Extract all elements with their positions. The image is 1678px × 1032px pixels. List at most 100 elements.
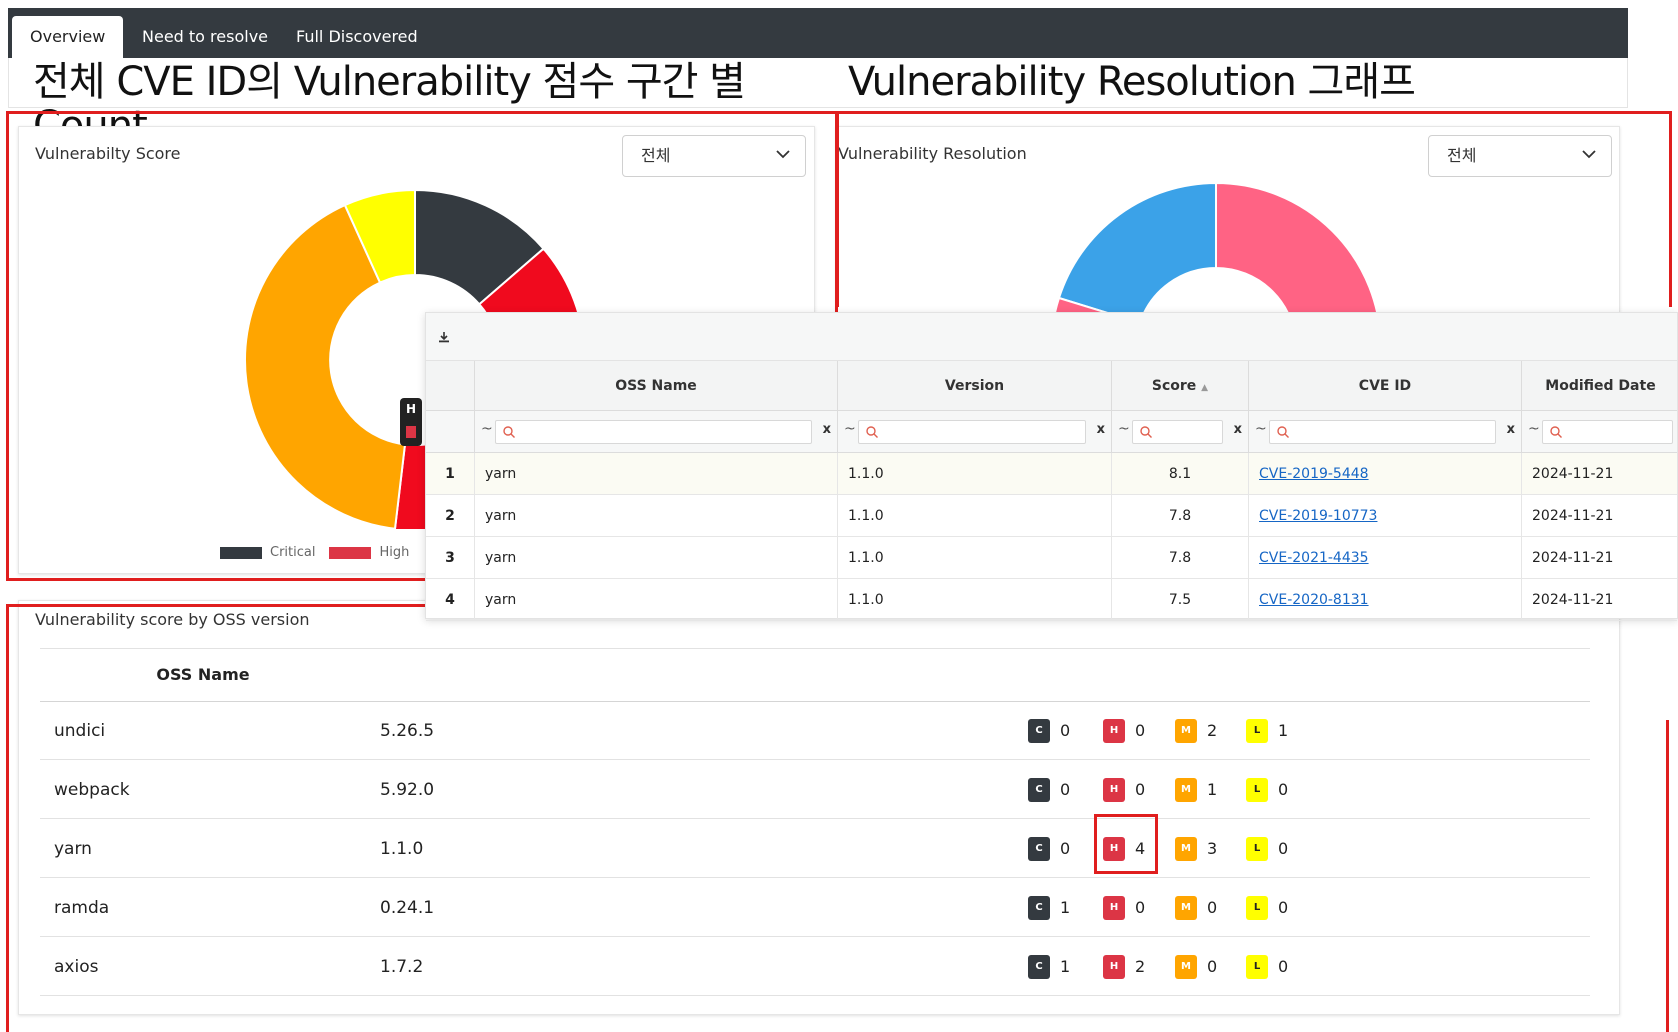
- grid-cell-cve-id: CVE-2020-8131: [1249, 579, 1522, 621]
- grid-col-score[interactable]: Score ▲: [1112, 361, 1249, 411]
- annotation-box-yarn-high: [1094, 814, 1158, 874]
- grid-row[interactable]: 3 yarn 1.1.0 7.8 CVE-2021-4435 2024-11-21: [426, 537, 1677, 579]
- grid-col-oss-name[interactable]: OSS Name: [475, 361, 838, 411]
- count-l: 0: [1278, 957, 1289, 976]
- badge-l: L: [1246, 955, 1268, 979]
- count-h: 0: [1135, 780, 1146, 799]
- filter-clear-button[interactable]: x: [1507, 422, 1515, 437]
- grid-cell-index: 4: [426, 579, 475, 621]
- badge-h: H: [1103, 719, 1125, 743]
- badge-c: C: [1028, 719, 1050, 743]
- grid-cell-score: 8.1: [1112, 453, 1249, 495]
- filter-tilde: ~: [481, 421, 493, 437]
- badge-c: C: [1028, 778, 1050, 802]
- grid-col-modified-date[interactable]: Modified Date: [1522, 361, 1678, 411]
- count-m: 0: [1207, 957, 1218, 976]
- grid-cell-index: 2: [426, 495, 475, 537]
- badge-l: L: [1246, 778, 1268, 802]
- badge-m: M: [1175, 896, 1197, 920]
- cve-grid-popup: OSS Name Version Score ▲ CVE ID Modified…: [425, 312, 1678, 621]
- grid-filter-score: ~ x: [1112, 411, 1249, 453]
- search-icon: [1550, 426, 1562, 438]
- badge-h: H: [1103, 896, 1125, 920]
- grid-cell-modified-date: 2024-11-21: [1532, 550, 1614, 566]
- count-l: 1: [1278, 721, 1289, 740]
- cve-link[interactable]: CVE-2019-10773: [1259, 508, 1377, 524]
- count-m: 0: [1207, 898, 1218, 917]
- search-icon: [866, 426, 878, 438]
- grid-cell-score: 7.8: [1112, 495, 1249, 537]
- badge-c: C: [1028, 955, 1050, 979]
- grid-filter-modified-date: ~: [1522, 411, 1678, 453]
- grid-cell-index: 3: [426, 537, 475, 579]
- annotation-box-oss: [6, 604, 426, 1032]
- count-c: 1: [1060, 898, 1071, 917]
- badge-m: M: [1175, 778, 1197, 802]
- badge-l: L: [1246, 837, 1268, 861]
- badge-m: M: [1175, 719, 1197, 743]
- search-icon: [1140, 426, 1152, 438]
- filter-clear-button[interactable]: x: [1097, 422, 1105, 437]
- filter-tilde: ~: [844, 421, 856, 437]
- filter-tilde: ~: [1118, 421, 1130, 437]
- grid-row[interactable]: 1 yarn 1.1.0 8.1 CVE-2019-5448 2024-11-21: [426, 453, 1677, 495]
- grid-cell-version: 1.1.0: [838, 579, 1112, 621]
- count-h: 0: [1135, 898, 1146, 917]
- grid-toolbar: [426, 313, 1677, 361]
- tab-full-discovered[interactable]: Full Discovered: [278, 16, 436, 58]
- cve-link[interactable]: CVE-2020-8131: [1259, 592, 1369, 608]
- download-icon[interactable]: [438, 331, 450, 343]
- grid-cell-version: 1.1.0: [838, 495, 1112, 537]
- grid-col-version[interactable]: Version: [838, 361, 1112, 411]
- grid-filter-cve-id: ~ x: [1249, 411, 1522, 453]
- grid-col-index: [426, 361, 475, 411]
- grid-filter-index: [426, 411, 475, 453]
- grid-cell-cve-id: CVE-2019-5448: [1249, 453, 1522, 495]
- count-l: 0: [1278, 898, 1289, 917]
- count-m: 2: [1207, 721, 1218, 740]
- sort-icon[interactable]: ▲: [1201, 383, 1208, 393]
- grid-cell-oss-name: yarn: [475, 495, 838, 537]
- filter-input-score[interactable]: [1132, 420, 1223, 444]
- grid-col-cve-id[interactable]: CVE ID: [1249, 361, 1522, 411]
- grid-filter-oss-name: ~ x: [475, 411, 838, 453]
- grid-cell-oss-name: yarn: [475, 453, 838, 495]
- grid-col-score-label: Score: [1151, 378, 1197, 394]
- grid-header-row: OSS Name Version Score ▲ CVE ID Modified…: [426, 361, 1677, 411]
- grid-filter-version: ~ x: [838, 411, 1112, 453]
- grid-cell-modified-date: 2024-11-21: [1532, 466, 1614, 482]
- grid-cell-modified-date: 2024-11-21: [1532, 592, 1614, 608]
- filter-clear-button[interactable]: x: [823, 422, 831, 437]
- grid-cell-cve-id: CVE-2019-10773: [1249, 495, 1522, 537]
- grid-cell-version: 1.1.0: [838, 453, 1112, 495]
- search-icon: [1277, 426, 1289, 438]
- filter-input-oss-name[interactable]: [495, 420, 812, 444]
- tab-need-to-resolve[interactable]: Need to resolve: [124, 16, 286, 58]
- grid-filter-row: ~ x ~ x ~ x ~ x ~: [426, 411, 1677, 453]
- badge-m: M: [1175, 837, 1197, 861]
- count-c: 0: [1060, 780, 1071, 799]
- grid-row[interactable]: 2 yarn 1.1.0 7.8 CVE-2019-10773 2024-11-21: [426, 495, 1677, 537]
- badge-h: H: [1103, 778, 1125, 802]
- count-m: 3: [1207, 839, 1218, 858]
- badge-c: C: [1028, 896, 1050, 920]
- cve-link[interactable]: CVE-2021-4435: [1259, 550, 1369, 566]
- filter-input-version[interactable]: [858, 420, 1086, 444]
- badge-h: H: [1103, 955, 1125, 979]
- badge-m: M: [1175, 955, 1197, 979]
- grid-row[interactable]: 4 yarn 1.1.0 7.5 CVE-2020-8131 2024-11-21: [426, 579, 1677, 621]
- tab-bar: Overview Need to resolve Full Discovered: [8, 8, 1628, 58]
- tab-overview[interactable]: Overview: [12, 16, 124, 58]
- count-h: 0: [1135, 721, 1146, 740]
- count-c: 0: [1060, 721, 1071, 740]
- annotation-right-title: Vulnerability Resolution 그래프: [848, 59, 1416, 105]
- annotation-left-line1: 전체 CVE ID의 Vulnerability 점수 구간 별: [33, 59, 746, 105]
- filter-input-cve-id[interactable]: [1269, 420, 1496, 444]
- cve-link[interactable]: CVE-2019-5448: [1259, 466, 1369, 482]
- annotation-box-resolution-edge: [1666, 720, 1669, 1032]
- filter-clear-button[interactable]: x: [1234, 422, 1242, 437]
- badge-l: L: [1246, 719, 1268, 743]
- filter-input-modified-date[interactable]: [1542, 420, 1673, 444]
- search-icon: [503, 426, 515, 438]
- count-l: 0: [1278, 780, 1289, 799]
